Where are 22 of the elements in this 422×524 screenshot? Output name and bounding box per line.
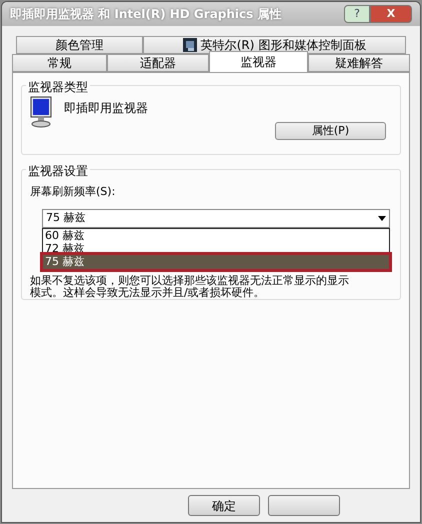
ok-button[interactable]: 确定 [188, 495, 260, 516]
tab[interactable]: 适配器 [107, 54, 209, 72]
tab[interactable]: 颜色管理 [16, 36, 143, 54]
monitor-icon [30, 96, 52, 128]
window-title: 即插即用监视器 和 Intel(R) HD Graphics 属性 [10, 6, 282, 23]
properties-button[interactable]: 属性(P) [275, 122, 386, 140]
close-button[interactable]: X [370, 5, 412, 23]
caret-icon [378, 216, 386, 220]
warning-text: 如果不复选该项，则您可以选择那些该监视器无法正常显示的显示模式。这样会导致无法显示并且/或者损坏硬件。 [30, 274, 350, 298]
group-title: 监视器类型 [26, 78, 90, 96]
tab[interactable]: 常规 [12, 54, 107, 72]
help-button[interactable]: ? [344, 5, 370, 23]
dropdown-option[interactable]: 75 赫兹 [43, 254, 389, 268]
cancel-button[interactable] [268, 495, 340, 516]
tab[interactable]: 疑难解答 [308, 54, 410, 72]
refresh-rate-label: 屏幕刷新频率(S): [30, 184, 116, 200]
monitor-name: 即插即用监视器 [64, 100, 148, 117]
tab[interactable]: 监视器 [209, 51, 308, 72]
dropdown-option[interactable]: 60 赫兹 [43, 228, 389, 242]
graphics-icon [182, 38, 197, 52]
tab[interactable]: 英特尔(R) 图形和媒体控制面板 [143, 36, 406, 54]
refresh-rate-dropdown[interactable]: 75 赫兹 [42, 208, 390, 228]
